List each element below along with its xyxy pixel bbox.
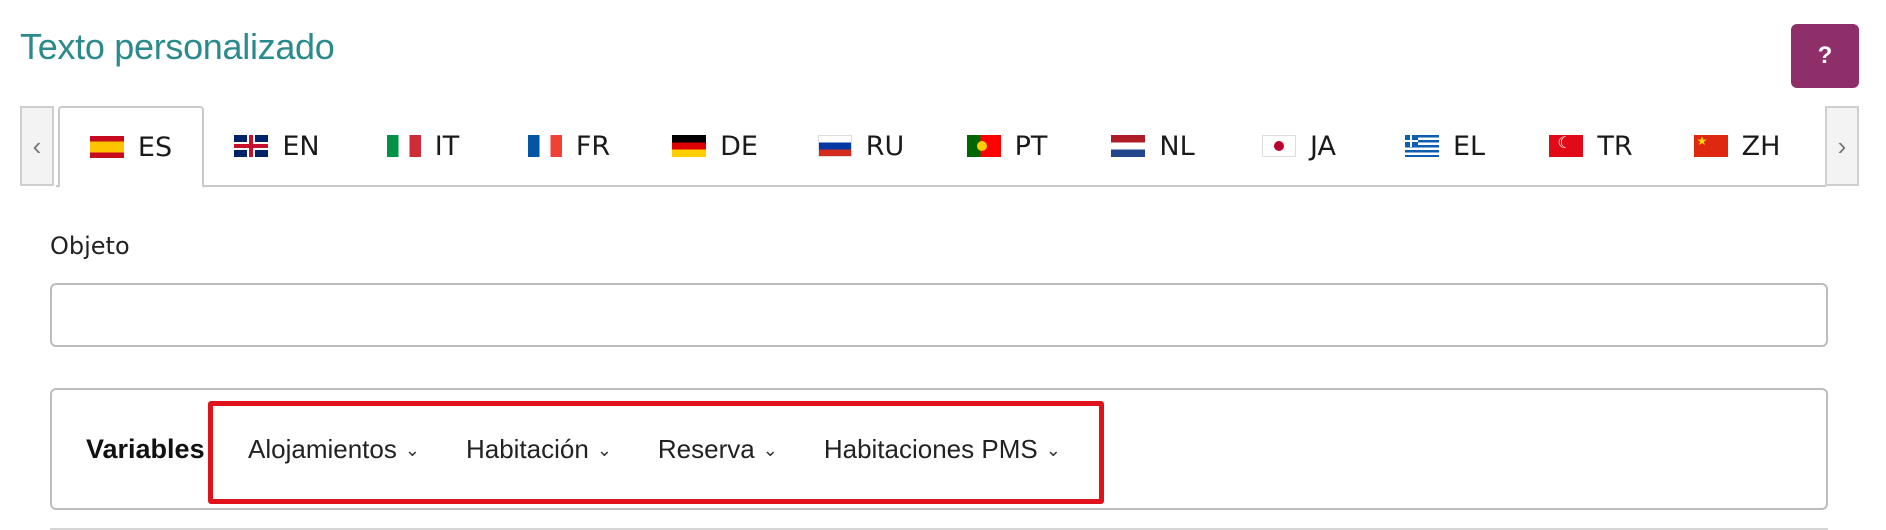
- tab-label: EL: [1452, 130, 1486, 162]
- tab-label: NL: [1159, 130, 1195, 162]
- portugal-flag-icon: [966, 135, 1001, 157]
- language-tabs: ES EN IT FR DE RU PT NL JA EL TR ZH: [58, 106, 1824, 188]
- tab-label: ZH: [1741, 130, 1781, 162]
- help-button[interactable]: ?: [1791, 24, 1859, 88]
- chevron-down-icon: ⌄: [404, 439, 420, 461]
- tab-label: TR: [1597, 130, 1633, 162]
- greece-flag-icon: [1404, 135, 1439, 157]
- menu-item-label: Reserva: [657, 433, 755, 464]
- tab-label: IT: [434, 130, 460, 162]
- menu-item-label: Alojamientos: [248, 433, 397, 464]
- menu-habitacion[interactable]: Habitación ⌄: [466, 434, 612, 465]
- menu-item-label: Habitación: [465, 433, 589, 464]
- tab-ja[interactable]: JA: [1226, 106, 1372, 186]
- tab-es[interactable]: ES: [58, 106, 204, 188]
- variables-label: Variables: [86, 433, 205, 464]
- menu-item-label: Habitaciones PMS: [823, 433, 1038, 464]
- subject-input[interactable]: [50, 283, 1828, 347]
- turkey-flag-icon: [1549, 135, 1584, 157]
- tab-label: PT: [1014, 130, 1048, 162]
- menu-habitaciones-pms[interactable]: Habitaciones PMS ⌄: [824, 434, 1061, 465]
- tabs-scroll-right-button[interactable]: ›: [1825, 106, 1859, 186]
- variables-menu: Alojamientos ⌄ Habitación ⌄ Reserva ⌄ Ha…: [248, 390, 1107, 508]
- italy-flag-icon: [386, 135, 421, 157]
- tabs-scroll-left-button[interactable]: ‹: [20, 106, 54, 186]
- tab-it[interactable]: IT: [350, 106, 496, 186]
- tab-zh[interactable]: ZH: [1664, 106, 1810, 186]
- spain-flag-icon: [89, 136, 124, 158]
- chevron-left-icon: ‹: [32, 130, 42, 161]
- france-flag-icon: [527, 135, 562, 157]
- tab-de[interactable]: DE: [642, 106, 788, 186]
- russia-flag-icon: [817, 135, 852, 157]
- page-title: Texto personalizado: [20, 26, 335, 67]
- chevron-down-icon: ⌄: [762, 439, 778, 461]
- china-flag-icon: [1693, 135, 1728, 157]
- tab-en[interactable]: EN: [204, 106, 350, 186]
- chevron-down-icon: ⌄: [596, 439, 612, 461]
- tab-nl[interactable]: NL: [1080, 106, 1226, 186]
- chevron-right-icon: ›: [1837, 130, 1847, 161]
- tab-ru[interactable]: RU: [788, 106, 934, 186]
- menu-alojamientos[interactable]: Alojamientos ⌄: [248, 434, 420, 465]
- tab-fr[interactable]: FR: [496, 106, 642, 186]
- netherlands-flag-icon: [1111, 135, 1146, 157]
- tab-el[interactable]: EL: [1372, 106, 1518, 186]
- menu-reserva[interactable]: Reserva ⌄: [658, 434, 778, 465]
- tab-label: EN: [282, 130, 320, 162]
- variables-panel: Variables Alojamientos ⌄ Habitación ⌄ Re…: [50, 388, 1828, 510]
- tab-pt[interactable]: PT: [934, 106, 1080, 186]
- chevron-down-icon: ⌄: [1045, 439, 1061, 461]
- tab-label: FR: [575, 130, 611, 162]
- tab-label: RU: [865, 130, 905, 162]
- uk-flag-icon: [234, 135, 269, 157]
- tab-label: DE: [720, 130, 758, 162]
- tab-label: ES: [137, 131, 173, 163]
- tab-tr[interactable]: TR: [1518, 106, 1664, 186]
- japan-flag-icon: [1262, 135, 1297, 157]
- subject-label: Objeto: [50, 232, 130, 260]
- germany-flag-icon: [672, 135, 707, 157]
- tab-label: JA: [1310, 130, 1336, 162]
